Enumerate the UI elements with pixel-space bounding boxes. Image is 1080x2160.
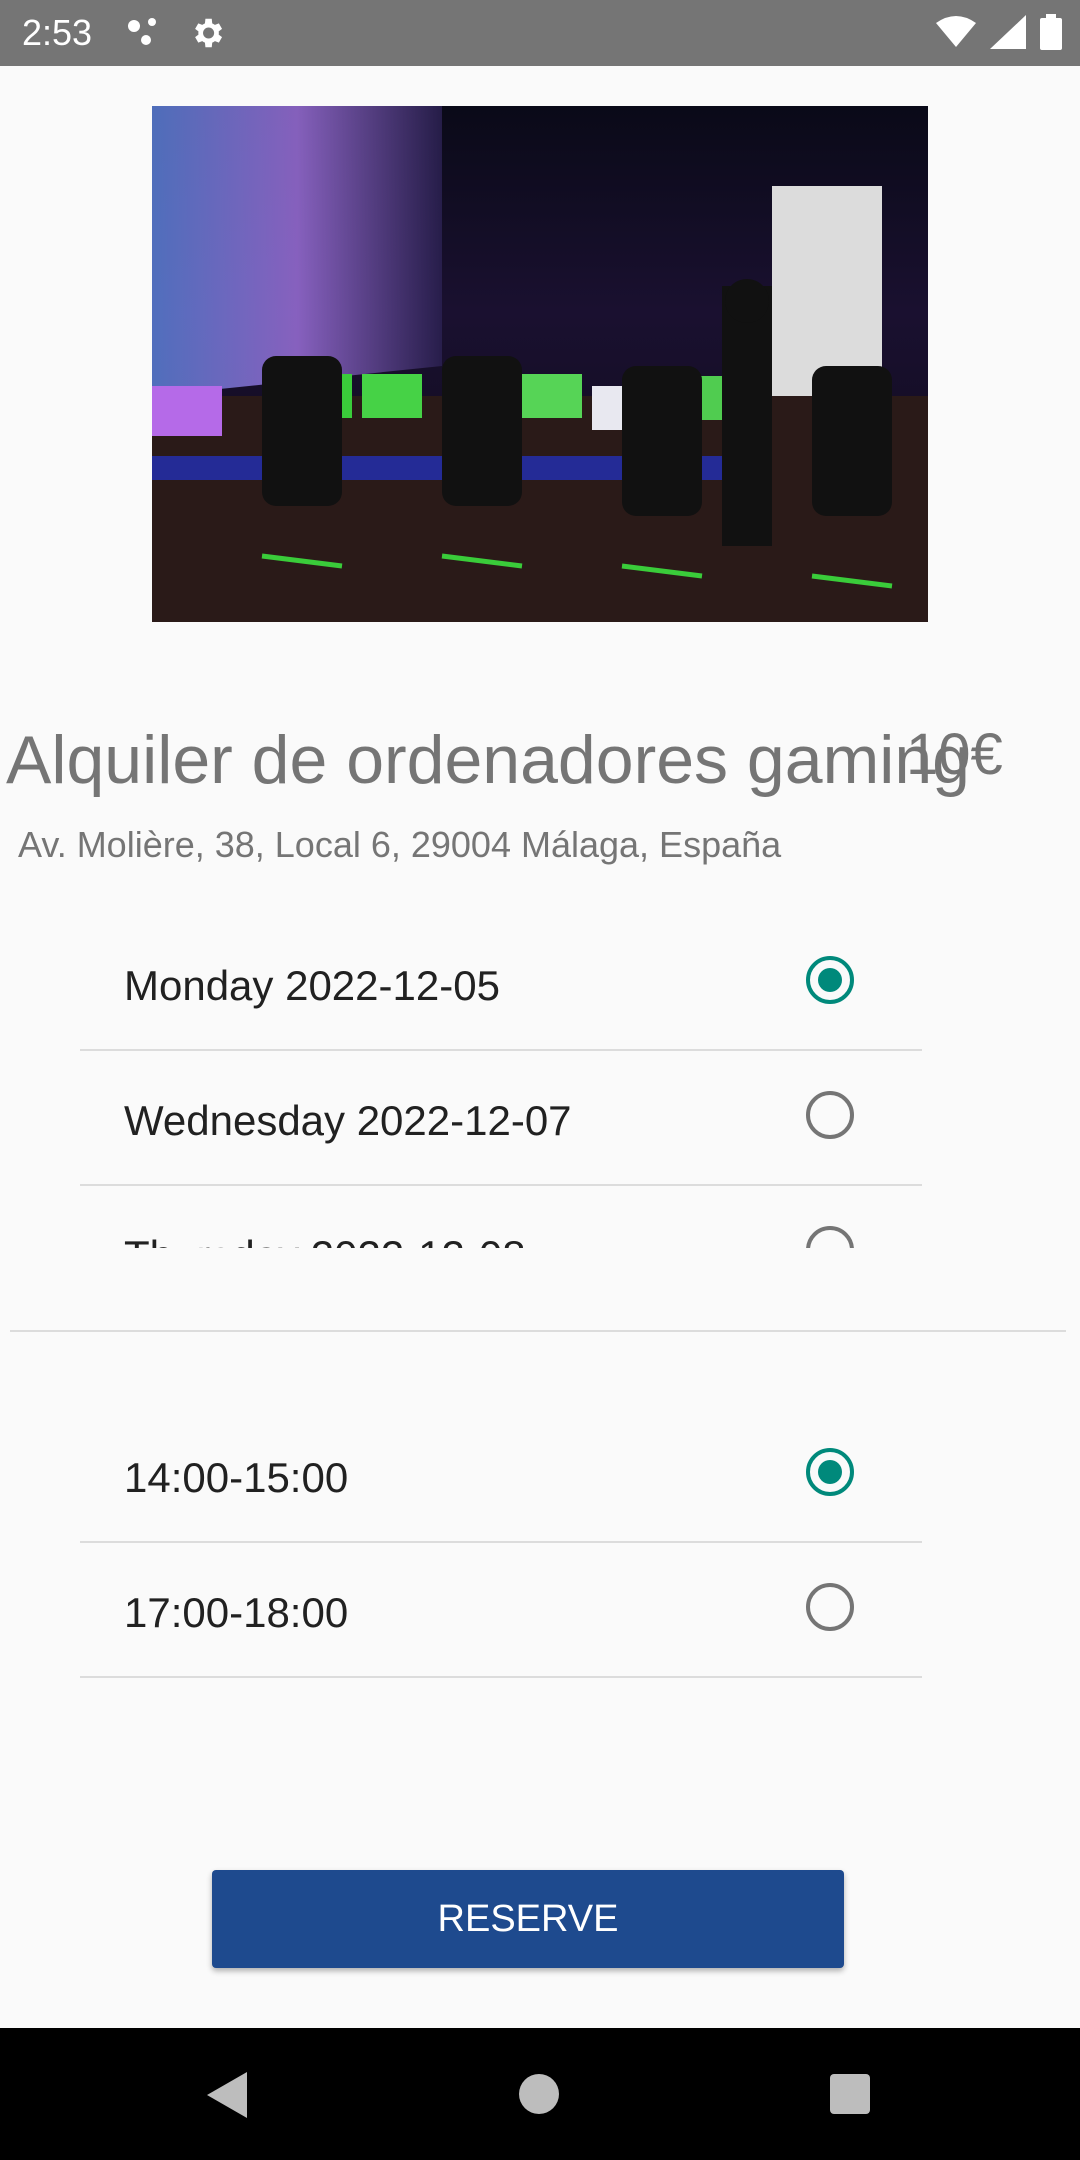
listing-title: Alquiler de ordenadores gaming <box>6 722 970 798</box>
radio-unselected-icon[interactable] <box>806 1091 854 1139</box>
status-time: 2:53 <box>22 12 93 53</box>
radio-unselected-icon[interactable] <box>806 1583 854 1631</box>
listing-photo <box>152 106 928 622</box>
date-options-list[interactable]: Monday 2022-12-05 Wednesday 2022-12-07 T… <box>80 916 922 1248</box>
radio-selected-icon[interactable] <box>806 956 854 1004</box>
wifi-icon <box>936 15 976 54</box>
radio-selected-icon[interactable] <box>806 1448 854 1496</box>
navigation-bar <box>0 2028 1080 2160</box>
date-option[interactable]: Wednesday 2022-12-07 <box>80 1051 922 1186</box>
date-option-label: Monday 2022-12-05 <box>124 962 500 1009</box>
time-option[interactable]: 14:00-15:00 <box>80 1408 922 1543</box>
listing-price: 10€ <box>906 722 1003 787</box>
reserve-button[interactable]: RESERVE <box>212 1870 844 1968</box>
signal-icon <box>990 15 1026 54</box>
status-icons <box>936 14 1062 55</box>
date-option[interactable]: Monday 2022-12-05 <box>80 916 922 1051</box>
gear-icon <box>188 14 226 57</box>
section-divider <box>10 1330 1066 1332</box>
date-option-label: Wednesday 2022-12-07 <box>124 1097 572 1144</box>
home-icon[interactable] <box>519 2074 559 2114</box>
connection-icon <box>126 16 166 55</box>
date-option[interactable]: Thursday 2022-12-08 <box>80 1186 922 1248</box>
date-option-label: Thursday 2022-12-08 <box>124 1232 526 1248</box>
time-option-label: 17:00-18:00 <box>124 1589 349 1636</box>
time-options-list[interactable]: 14:00-15:00 17:00-18:00 <box>80 1408 922 1680</box>
recent-apps-icon[interactable] <box>830 2074 870 2114</box>
time-option[interactable]: 17:00-18:00 <box>80 1543 922 1678</box>
listing-address: Av. Molière, 38, Local 6, 29004 Málaga, … <box>18 824 782 865</box>
radio-unselected-icon[interactable] <box>806 1226 854 1248</box>
time-option-label: 14:00-15:00 <box>124 1454 349 1501</box>
battery-icon <box>1040 14 1062 55</box>
back-icon[interactable] <box>205 2070 249 2125</box>
status-bar: 2:53 <box>0 0 1080 66</box>
